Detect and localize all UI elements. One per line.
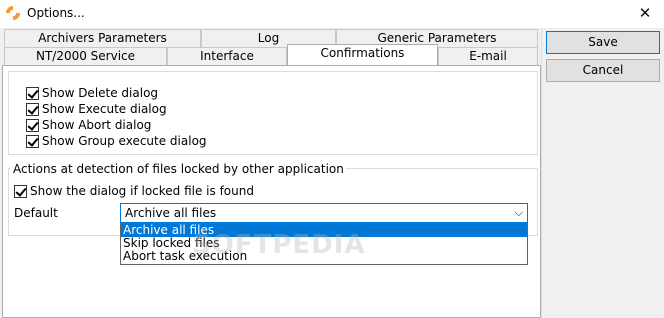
cancel-button[interactable]: Cancel — [546, 59, 660, 82]
tab-archivers-parameters[interactable]: Archivers Parameters — [4, 29, 201, 47]
window-title: Options... — [27, 6, 85, 20]
tab-nt2000-service[interactable]: NT/2000 Service — [4, 47, 167, 65]
tab-label: Generic Parameters — [377, 31, 497, 45]
checkbox-label: Show Delete dialog — [42, 86, 159, 100]
tab-label: Interface — [200, 49, 254, 63]
tab-label: Log — [257, 31, 280, 45]
watermark: SOFTPEDIA — [192, 230, 366, 260]
show-execute-dialog-checkbox[interactable]: Show Execute dialog — [26, 101, 167, 117]
tab-label: NT/2000 Service — [35, 49, 136, 63]
show-group-execute-dialog-checkbox[interactable]: Show Group execute dialog — [26, 133, 207, 149]
button-label: Cancel — [582, 63, 624, 77]
select-value: Archive all files — [125, 206, 217, 220]
checkbox-label: Show Execute dialog — [42, 102, 167, 116]
tab-email[interactable]: E-mail — [438, 47, 538, 65]
checkbox-label: Show Group execute dialog — [42, 134, 207, 148]
show-locked-dialog-checkbox[interactable]: Show the dialog if locked file is found — [14, 183, 254, 199]
checkbox-checked-icon — [26, 134, 39, 148]
tab-label: Archivers Parameters — [38, 31, 167, 45]
checkbox-checked-icon — [26, 86, 39, 100]
tab-label: E-mail — [469, 49, 507, 63]
checkbox-label: Show the dialog if locked file is found — [30, 184, 254, 198]
tab-label: Confirmations — [320, 46, 405, 60]
default-action-select[interactable]: Archive all files ⌵ — [120, 203, 528, 223]
checkbox-checked-icon — [14, 184, 27, 198]
lifebuoy-icon — [6, 6, 20, 20]
show-delete-dialog-checkbox[interactable]: Show Delete dialog — [26, 85, 158, 101]
checkbox-checked-icon — [26, 102, 39, 116]
default-label: Default — [14, 206, 58, 220]
locked-files-group-title: Actions at detection of files locked by … — [11, 162, 346, 176]
close-window-button[interactable]: ✕ — [630, 2, 660, 24]
chevron-down-icon: ⌵ — [514, 206, 523, 219]
checkbox-checked-icon — [26, 118, 39, 132]
button-label: Save — [588, 35, 618, 49]
save-button[interactable]: Save — [546, 31, 660, 54]
tab-confirmations[interactable]: Confirmations — [287, 44, 438, 65]
checkbox-label: Show Abort dialog — [42, 118, 152, 132]
show-abort-dialog-checkbox[interactable]: Show Abort dialog — [26, 117, 151, 133]
tab-interface[interactable]: Interface — [167, 47, 287, 65]
close-icon: ✕ — [638, 4, 652, 22]
title-bar: Options... ✕ — [0, 0, 664, 28]
